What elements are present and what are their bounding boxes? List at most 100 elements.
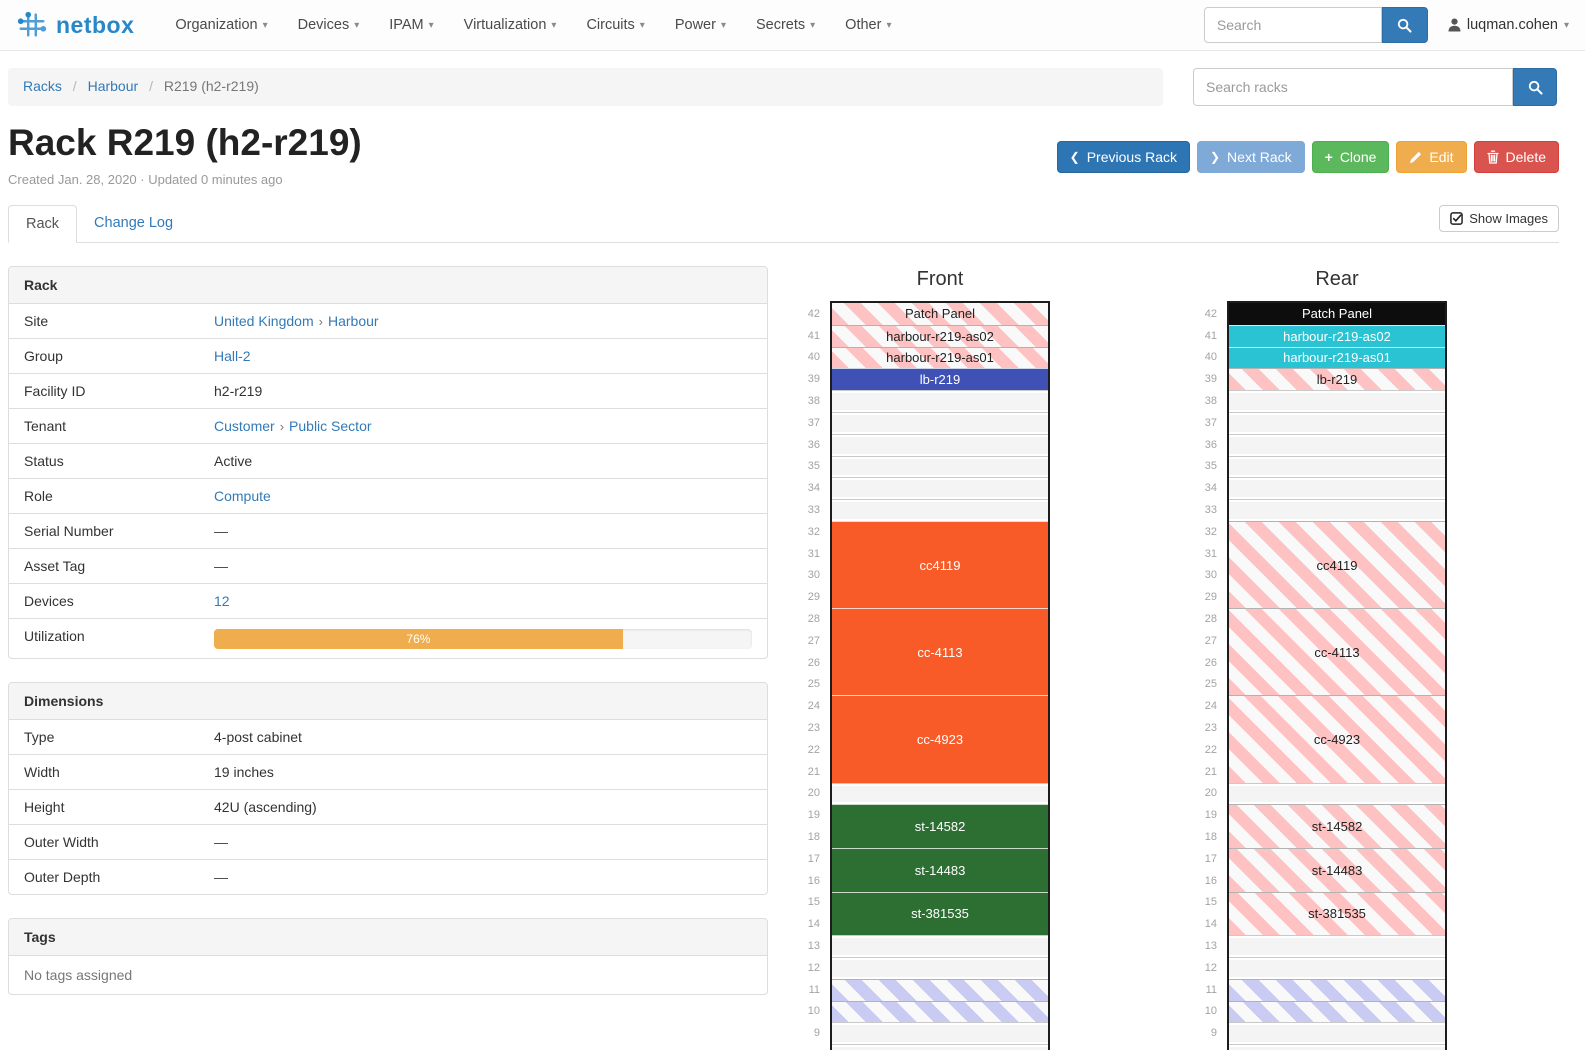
tab-change-log[interactable]: Change Log: [77, 205, 190, 242]
table-row: Asset Tag—: [9, 548, 767, 583]
rack-slot-empty: [832, 1022, 1048, 1044]
nav-menus: Organization▾Devices▾IPAM▾Virtualization…: [160, 0, 906, 51]
username: luqman.cohen: [1467, 17, 1558, 33]
row-label: Outer Depth: [9, 860, 206, 894]
rack-slot-st-14483[interactable]: st-14483: [1229, 848, 1445, 892]
rack-slot-lb-r219[interactable]: lb-r219: [832, 368, 1048, 390]
rack-search-button[interactable]: [1513, 68, 1557, 106]
unit-number: 42: [798, 303, 830, 325]
user-menu[interactable]: luqman.cohen ▾: [1448, 17, 1569, 33]
rack-slot-cc-4113[interactable]: cc-4113: [832, 608, 1048, 695]
rack-slot-empty: [1229, 477, 1445, 499]
nav-menu-secrets[interactable]: Secrets▾: [741, 0, 830, 51]
rack-slot-st-14582[interactable]: st-14582: [1229, 804, 1445, 848]
value-text: 42U (ascending): [214, 799, 317, 815]
nav-menu-organization[interactable]: Organization▾: [160, 0, 282, 51]
next-rack-button[interactable]: ❯ Next Rack: [1197, 141, 1305, 173]
user-icon: [1448, 18, 1461, 32]
tab-rack[interactable]: Rack: [8, 205, 77, 243]
unit-number: 11: [798, 979, 830, 1001]
nav-menu-virtualization[interactable]: Virtualization▾: [449, 0, 572, 51]
rack-elevations: Front 4241403938373635343332313029282726…: [798, 266, 1447, 1050]
unit-number: 21: [798, 761, 830, 783]
rack-slot-empty: [1229, 935, 1445, 957]
rack-slot-st-14483[interactable]: st-14483: [832, 848, 1048, 892]
unit-number: 23: [798, 717, 830, 739]
global-search-button[interactable]: [1382, 7, 1428, 43]
unit-number: 25: [1195, 674, 1227, 696]
value-link[interactable]: Customer: [214, 418, 275, 434]
table-row: GroupHall-2: [9, 338, 767, 373]
value-link[interactable]: Public Sector: [289, 418, 371, 434]
clone-button[interactable]: + Clone: [1312, 141, 1390, 173]
unit-number: 32: [798, 521, 830, 543]
rack-slot-st-14582[interactable]: st-14582: [832, 804, 1048, 848]
rack-slot-empty: [832, 499, 1048, 521]
rear-elevation-title: Rear: [1227, 268, 1447, 291]
rack-slot-cc-4923[interactable]: cc-4923: [1229, 695, 1445, 782]
rack-slot-harbour-r219-as02[interactable]: harbour-r219-as02: [832, 325, 1048, 347]
tags-empty-text: No tags assigned: [9, 956, 767, 994]
rack-slot-reserved: [1229, 979, 1445, 1001]
nav-menu-circuits[interactable]: Circuits▾: [571, 0, 659, 51]
rack-slot-cc-4923[interactable]: cc-4923: [832, 695, 1048, 782]
rack-slot-harbour-r219-as02[interactable]: harbour-r219-as02: [1229, 325, 1445, 347]
nav-menu-ipam[interactable]: IPAM▾: [374, 0, 448, 51]
rack-slot-st-381535[interactable]: st-381535: [832, 892, 1048, 936]
rack-slot-cc-4113[interactable]: cc-4113: [1229, 608, 1445, 695]
action-buttons: ❮ Previous Rack ❯ Next Rack + Clone Edit: [1057, 141, 1559, 173]
rack-slot-Patch Panel[interactable]: Patch Panel: [1229, 303, 1445, 325]
show-images-button[interactable]: Show Images: [1439, 205, 1559, 232]
rack-search-input[interactable]: [1193, 68, 1513, 106]
value-link[interactable]: 12: [214, 593, 230, 609]
row-value: 42U (ascending): [206, 790, 767, 824]
netbox-logo[interactable]: netbox: [16, 10, 134, 40]
row-value: United Kingdom›Harbour: [206, 304, 767, 338]
row-label: Site: [9, 304, 206, 338]
delete-button[interactable]: Delete: [1474, 141, 1559, 173]
rack-slot-Patch Panel[interactable]: Patch Panel: [832, 303, 1048, 325]
rack-slot-st-381535[interactable]: st-381535: [1229, 892, 1445, 936]
rack-slot-harbour-r219-as01[interactable]: harbour-r219-as01: [1229, 347, 1445, 369]
rack-slot-cc4119[interactable]: cc4119: [1229, 521, 1445, 608]
rack-panel-title: Rack: [9, 267, 767, 304]
previous-rack-button[interactable]: ❮ Previous Rack: [1057, 141, 1190, 173]
breadcrumb-racks[interactable]: Racks: [23, 78, 62, 94]
unit-number: 34: [798, 477, 830, 499]
value-link[interactable]: Hall-2: [214, 348, 251, 364]
global-search-input[interactable]: [1204, 7, 1382, 43]
unit-number: 32: [1195, 521, 1227, 543]
value-link[interactable]: Compute: [214, 488, 271, 504]
rack-slot-lb-r219[interactable]: lb-r219: [1229, 368, 1445, 390]
breadcrumb-harbour[interactable]: Harbour: [88, 78, 139, 94]
rack-slot-harbour-r219-as01[interactable]: harbour-r219-as01: [832, 347, 1048, 369]
unit-number: 25: [798, 674, 830, 696]
value-text: —: [214, 523, 228, 539]
value-link[interactable]: Harbour: [328, 313, 379, 329]
plus-icon: +: [1325, 149, 1333, 165]
rack-slot-cc4119[interactable]: cc4119: [832, 521, 1048, 608]
unit-number: 19: [798, 804, 830, 826]
edit-button[interactable]: Edit: [1396, 141, 1466, 173]
nav-menu-devices[interactable]: Devices▾: [283, 0, 375, 51]
nav-menu-other[interactable]: Other▾: [830, 0, 906, 51]
rack-slot-empty: [832, 935, 1048, 957]
unit-number: 36: [798, 434, 830, 456]
global-search: [1204, 7, 1428, 43]
nav-menu-power[interactable]: Power▾: [660, 0, 741, 51]
rack-slot-empty: [832, 477, 1048, 499]
breadcrumb: Racks / Harbour / R219 (h2-r219): [8, 68, 1163, 106]
rear-unit-numbers: 4241403938373635343332313029282726252423…: [1195, 301, 1227, 1050]
detail-panels: Rack SiteUnited Kingdom›HarbourGroupHall…: [8, 266, 768, 1018]
unit-number: 23: [1195, 717, 1227, 739]
unit-number: 29: [1195, 586, 1227, 608]
row-value: Compute: [206, 479, 767, 513]
unit-number: 18: [798, 826, 830, 848]
chevron-down-icon: ▾: [810, 20, 815, 31]
unit-number: 14: [798, 913, 830, 935]
unit-number: 27: [1195, 630, 1227, 652]
rack-slot-empty: [832, 1044, 1048, 1050]
value-link[interactable]: United Kingdom: [214, 313, 314, 329]
unit-number: 20: [798, 783, 830, 805]
dimensions-panel-title: Dimensions: [9, 683, 767, 720]
